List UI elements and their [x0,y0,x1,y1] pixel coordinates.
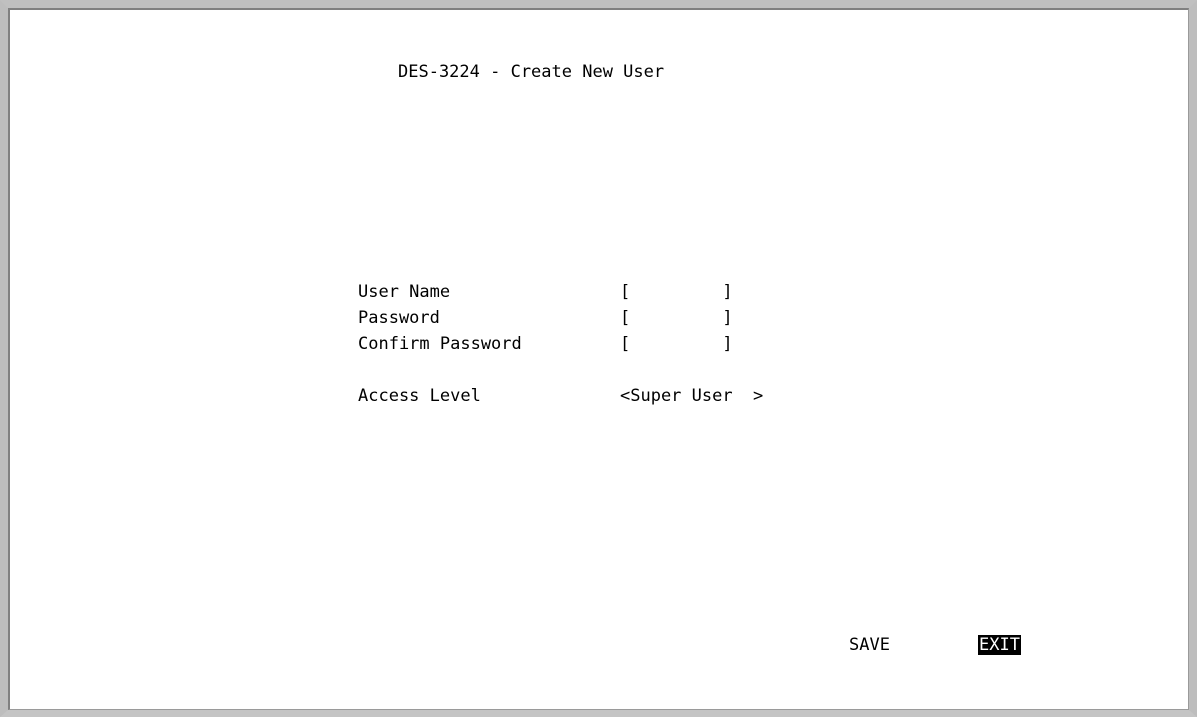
password-field[interactable]: [ ] [620,308,733,328]
user-name-field[interactable]: [ ] [620,282,733,302]
confirm-password-field[interactable]: [ ] [620,334,733,354]
page-title: DES-3224 - Create New User [398,62,665,82]
access-level-selector[interactable]: <Super User > [620,386,763,406]
exit-button[interactable]: EXIT [978,635,1021,655]
user-name-label: User Name [358,282,451,302]
access-level-label: Access Level [358,386,481,406]
terminal-screen [8,8,1189,710]
password-label: Password [358,308,440,328]
save-button[interactable]: SAVE [849,635,890,655]
confirm-password-label: Confirm Password [358,334,522,354]
